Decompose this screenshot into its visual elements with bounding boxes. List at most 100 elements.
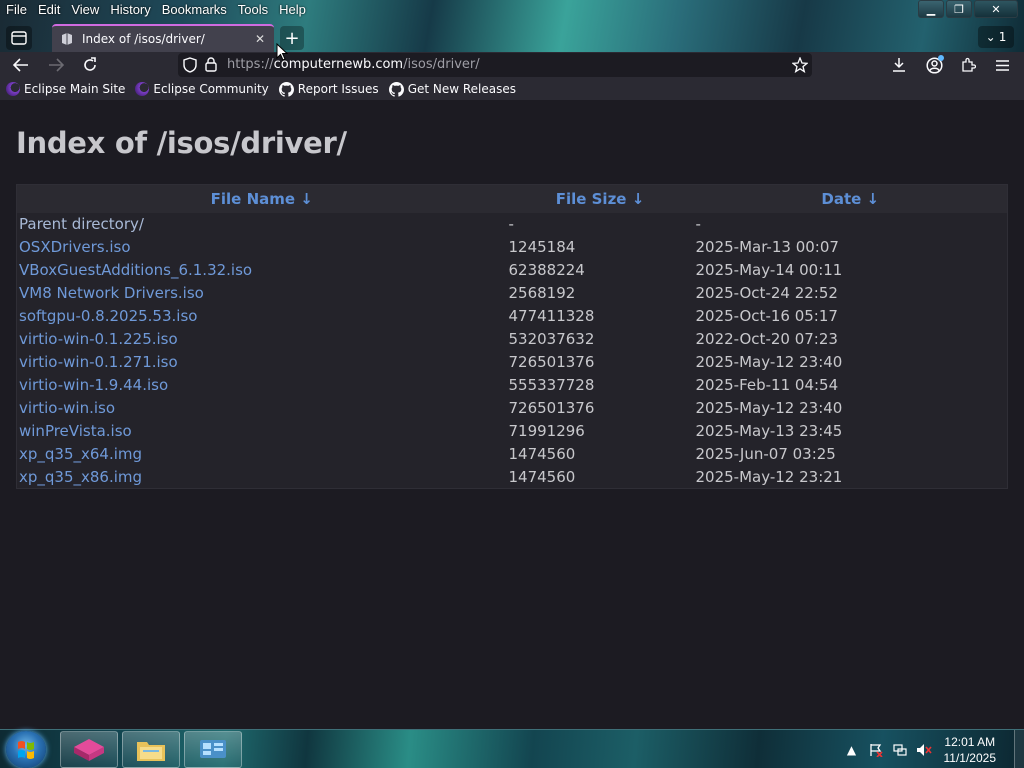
volume-icon[interactable] bbox=[915, 741, 933, 759]
github-icon bbox=[278, 81, 294, 97]
taskbar-clock[interactable]: 12:01 AM 11/1/2025 bbox=[944, 734, 997, 766]
app-menu-button[interactable] bbox=[990, 54, 1014, 76]
taskbar-app-explorer[interactable] bbox=[122, 731, 180, 768]
network-icon[interactable] bbox=[891, 741, 909, 759]
file-date: 2025-May-12 23:40 bbox=[695, 399, 843, 417]
folder-icon bbox=[137, 741, 165, 761]
file-date: 2025-Oct-16 05:17 bbox=[695, 307, 838, 325]
bookmark-label: Eclipse Main Site bbox=[24, 82, 126, 96]
network-disconnected-icon bbox=[892, 743, 907, 756]
bookmark-eclipse-main-site[interactable]: Eclipse Main Site bbox=[6, 82, 125, 96]
file-link[interactable]: VM8 Network Drivers.iso bbox=[17, 282, 507, 305]
file-size: 477411328 bbox=[508, 307, 595, 325]
file-link[interactable]: virtio-win.iso bbox=[17, 397, 507, 420]
file-date: 2025-May-12 23:21 bbox=[695, 467, 843, 486]
tab-favicon-icon bbox=[62, 33, 72, 45]
file-link[interactable]: OSXDrivers.iso bbox=[17, 236, 507, 259]
bookmark-eclipse-community[interactable]: Eclipse Community bbox=[135, 82, 269, 96]
minimize-button[interactable]: ▁ bbox=[918, 0, 944, 18]
chevron-up-icon: ▲ bbox=[846, 742, 857, 757]
tab-title: Index of /isos/driver/ bbox=[82, 32, 205, 46]
list-all-tabs-button[interactable]: ⌄ 1 bbox=[978, 26, 1014, 48]
bookmark-label: Get New Releases bbox=[407, 82, 517, 96]
eclipse-icon bbox=[6, 82, 20, 96]
extensions-button[interactable] bbox=[956, 54, 980, 76]
file-link[interactable]: softgpu-0.8.2025.53.iso bbox=[17, 305, 507, 328]
url-text[interactable]: https://computernewb.com/isos/driver/ bbox=[227, 57, 480, 72]
back-button[interactable] bbox=[9, 54, 33, 76]
column-header-file-name[interactable]: File Name ↓ bbox=[16, 184, 507, 213]
bookmark-get-new-releases[interactable]: Get New Releases bbox=[388, 81, 517, 97]
start-button[interactable] bbox=[6, 731, 46, 768]
lock-icon bbox=[205, 57, 217, 72]
tab-count: 1 bbox=[998, 30, 1007, 44]
star-icon[interactable] bbox=[792, 57, 808, 73]
file-size: 1474560 bbox=[508, 467, 576, 486]
file-date: 2025-May-13 23:45 bbox=[695, 422, 843, 440]
file-link[interactable]: xp_q35_x86.img bbox=[17, 466, 507, 489]
show-desktop-button[interactable] bbox=[1014, 730, 1024, 768]
mouse-cursor-icon bbox=[276, 43, 288, 61]
file-size: 726501376 bbox=[508, 399, 595, 417]
restore-button[interactable]: ❐ bbox=[946, 0, 972, 18]
clock-date: 11/1/2025 bbox=[943, 750, 997, 765]
file-link[interactable]: xp_q35_x64.img bbox=[17, 443, 507, 466]
eclipse-icon bbox=[135, 82, 150, 96]
reload-button[interactable] bbox=[78, 54, 102, 76]
menu-view[interactable]: View bbox=[65, 0, 104, 20]
parent-directory-link[interactable]: Parent directory/ bbox=[17, 213, 507, 236]
file-date: 2025-May-12 23:40 bbox=[695, 353, 843, 371]
show-hidden-icons-button[interactable]: ▲ bbox=[843, 741, 861, 759]
navigation-toolbar: https://computernewb.com/isos/driver/ bbox=[0, 52, 1024, 78]
table-row: winPreVista.iso 71991296 2025-May-13 23:45 bbox=[17, 420, 1008, 443]
file-date: - bbox=[695, 215, 701, 233]
taskbar-app-virtualbox[interactable] bbox=[60, 731, 118, 768]
file-link[interactable]: virtio-win-1.9.44.iso bbox=[17, 374, 507, 397]
window-controls: ▁ ❐ ✕ bbox=[918, 0, 1018, 18]
firefox-view-button[interactable] bbox=[6, 26, 32, 50]
file-size: 555337728 bbox=[508, 376, 595, 394]
file-link[interactable]: virtio-win-0.1.271.iso bbox=[17, 351, 507, 374]
file-size: - bbox=[508, 215, 514, 233]
close-window-button[interactable]: ✕ bbox=[974, 0, 1018, 18]
table-row: virtio-win-1.9.44.iso 555337728 2025-Feb-1… bbox=[17, 374, 1008, 397]
file-size: 62388224 bbox=[508, 261, 585, 279]
system-tray: ▲ 12:01 AM 11/1/2025 bbox=[840, 730, 1024, 768]
menu-help[interactable]: Help bbox=[273, 0, 311, 20]
url-bar[interactable]: https://computernewb.com/isos/driver/ bbox=[178, 53, 812, 77]
speaker-muted-icon bbox=[916, 743, 932, 756]
chevron-down-icon: ⌄ bbox=[985, 30, 996, 44]
file-link[interactable]: VBoxGuestAdditions_6.1.32.iso bbox=[17, 259, 507, 282]
action-center-icon[interactable] bbox=[867, 741, 885, 759]
table-row: xp_q35_x86.img 1474560 2025-May-12 23:21 bbox=[17, 466, 1008, 489]
notification-dot-icon bbox=[938, 55, 944, 61]
table-row: VBoxGuestAdditions_6.1.32.iso 62388224 202… bbox=[17, 259, 1008, 282]
menubar: File Edit View History Bookmarks Tools H… bbox=[0, 0, 311, 20]
file-link[interactable]: virtio-win-0.1.225.iso bbox=[17, 328, 507, 351]
file-size: 2568192 bbox=[508, 284, 576, 302]
tab-close-button[interactable]: ✕ bbox=[250, 29, 270, 49]
menu-bookmarks[interactable]: Bookmarks bbox=[156, 0, 232, 20]
menu-tools[interactable]: Tools bbox=[232, 0, 273, 20]
file-size: 1245184 bbox=[508, 238, 576, 256]
table-row: Parent directory/- - bbox=[17, 213, 1008, 236]
column-header-date[interactable]: Date ↓ bbox=[693, 184, 1008, 213]
tab-active[interactable]: Index of /isos/driver/ ✕ bbox=[52, 24, 274, 52]
forward-button[interactable] bbox=[44, 54, 68, 76]
cube-app-icon bbox=[74, 738, 104, 761]
menu-file[interactable]: File bbox=[0, 0, 32, 20]
table-row: VM8 Network Drivers.iso 2568192 2025-Oct-2… bbox=[17, 282, 1008, 305]
bookmark-report-issues[interactable]: Report Issues bbox=[278, 81, 379, 97]
file-link[interactable]: winPreVista.iso bbox=[17, 420, 507, 443]
download-icon bbox=[893, 58, 905, 72]
account-button[interactable] bbox=[922, 54, 946, 76]
table-row: softgpu-0.8.2025.53.iso 477411328 2025-Oct… bbox=[17, 305, 1008, 328]
taskbar-app-control-panel[interactable] bbox=[184, 731, 242, 768]
menu-history[interactable]: History bbox=[104, 0, 155, 20]
file-date: 2025-Jun-07 03:25 bbox=[695, 445, 836, 463]
downloads-button[interactable] bbox=[887, 54, 911, 76]
menu-edit[interactable]: Edit bbox=[32, 0, 65, 20]
column-header-file-size[interactable]: File Size ↓ bbox=[506, 184, 694, 213]
hamburger-icon bbox=[995, 59, 1009, 71]
minimize-icon: ▁ bbox=[926, 2, 936, 16]
